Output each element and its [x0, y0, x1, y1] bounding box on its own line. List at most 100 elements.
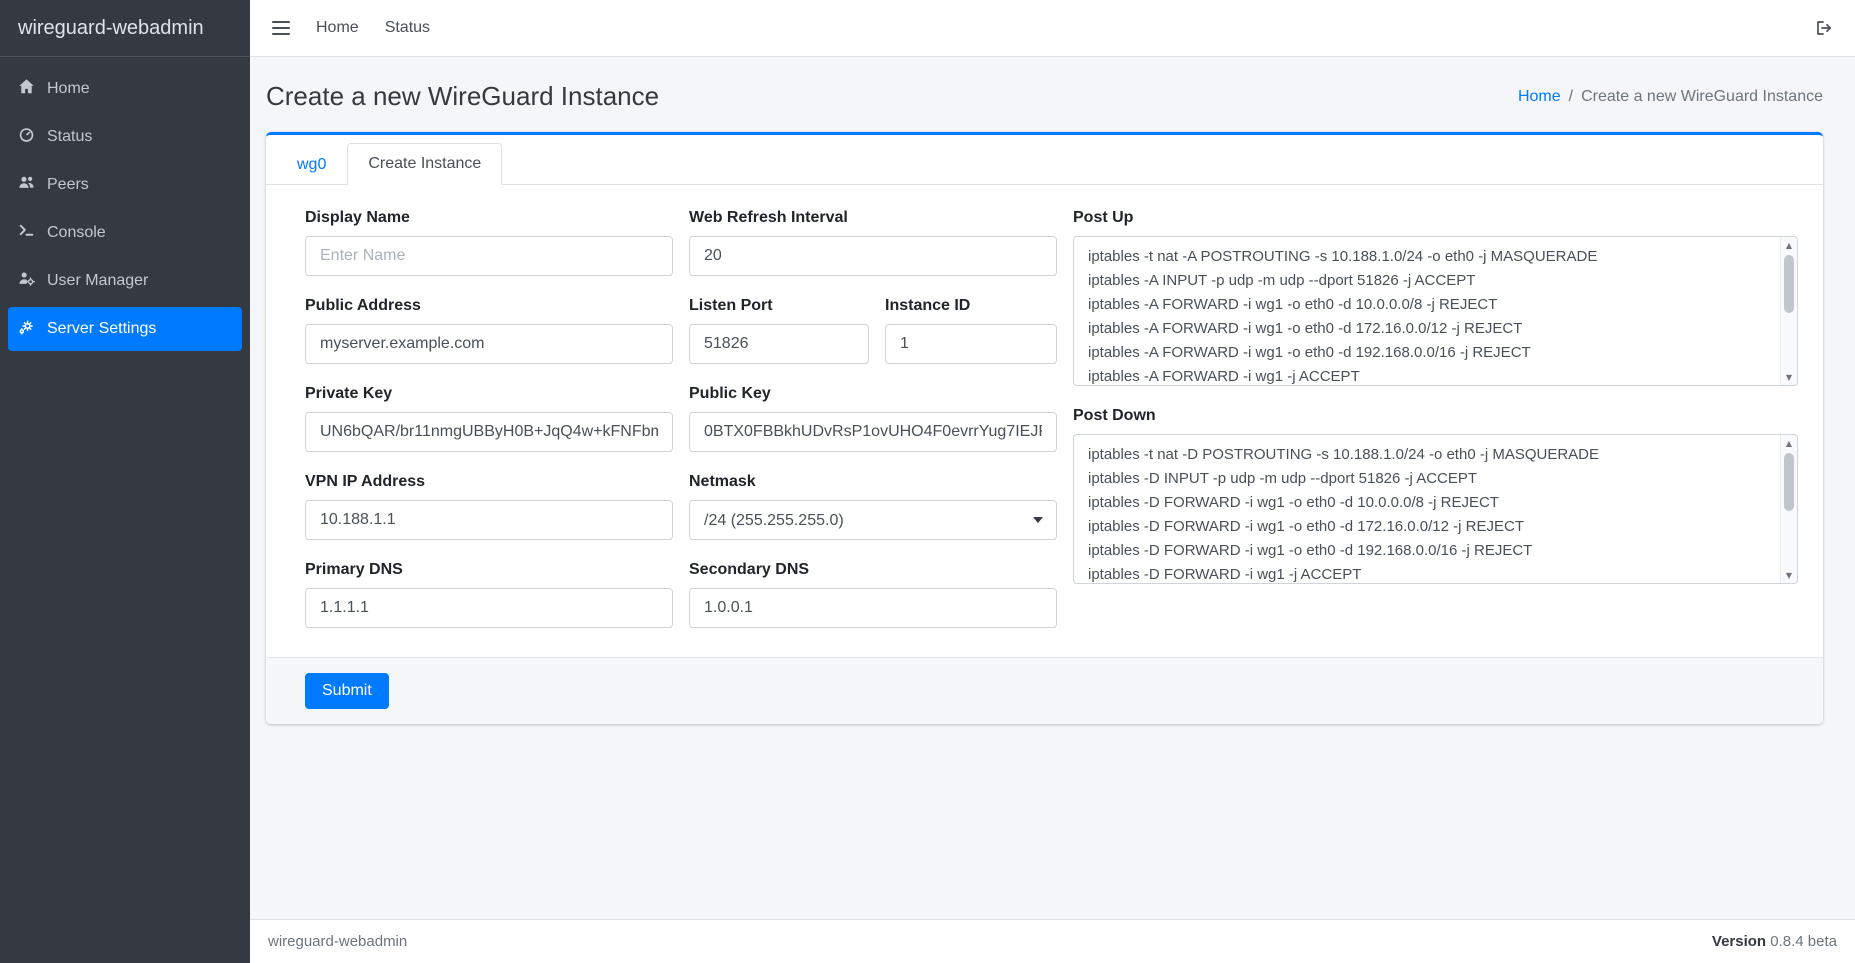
- post-down-label: Post Down: [1073, 407, 1798, 425]
- content-header: Create a new WireGuard Instance Home / C…: [266, 57, 1823, 132]
- post-up-label: Post Up: [1073, 209, 1798, 227]
- sidebar-item-peers[interactable]: Peers: [8, 163, 242, 207]
- page-title: Create a new WireGuard Instance: [266, 81, 659, 112]
- page-footer: wireguard-webadmin Version 0.8.4 beta: [250, 919, 1855, 963]
- vpn-ip-input[interactable]: [305, 500, 673, 540]
- vpn-ip-label: VPN IP Address: [305, 473, 673, 491]
- submit-button[interactable]: Submit: [305, 673, 389, 709]
- sidebar-item-server-settings[interactable]: Server Settings: [8, 307, 242, 351]
- topnav-link-status[interactable]: Status: [385, 19, 430, 37]
- primary-dns-input[interactable]: [305, 588, 673, 628]
- listen-port-label: Listen Port: [689, 297, 869, 315]
- status-icon: [18, 126, 35, 148]
- breadcrumb-current: Create a new WireGuard Instance: [1581, 88, 1823, 106]
- secondary-dns-label: Secondary DNS: [689, 561, 1057, 579]
- instance-id-label: Instance ID: [885, 297, 1057, 315]
- netmask-select-wrap: /24 (255.255.255.0): [689, 500, 1057, 540]
- sidebar-item-label: User Manager: [47, 272, 148, 290]
- sidebar-nav: Home Status Peers Console: [0, 57, 250, 365]
- private-key-group: Private Key: [305, 385, 673, 452]
- sidebar-item-home[interactable]: Home: [8, 67, 242, 111]
- footer-version-value: 0.8.4 beta: [1770, 933, 1837, 950]
- sidebar-item-status[interactable]: Status: [8, 115, 242, 159]
- instance-id-input[interactable]: [885, 324, 1057, 364]
- netmask-select[interactable]: /24 (255.255.255.0): [689, 500, 1057, 540]
- public-address-input[interactable]: [305, 324, 673, 364]
- post-down-textarea-wrap: iptables -t nat -D POSTROUTING -s 10.188…: [1073, 434, 1798, 584]
- instance-card: wg0 Create Instance Display Name Public …: [266, 132, 1823, 724]
- secondary-dns-input[interactable]: [689, 588, 1057, 628]
- port-id-row: Listen Port Instance ID: [689, 297, 1057, 364]
- sidebar-item-label: Peers: [47, 176, 89, 194]
- private-key-label: Private Key: [305, 385, 673, 403]
- sidebar: wireguard-webadmin Home Status Peers: [0, 0, 250, 963]
- console-icon: [18, 222, 35, 244]
- display-name-group: Display Name: [305, 209, 673, 276]
- topnav-link-home[interactable]: Home: [316, 19, 359, 37]
- sidebar-item-console[interactable]: Console: [8, 211, 242, 255]
- sidebar-item-label: Home: [47, 80, 90, 98]
- scrollbar-track[interactable]: [1781, 253, 1797, 369]
- scroll-down-icon[interactable]: ▼: [1781, 369, 1797, 385]
- display-name-label: Display Name: [305, 209, 673, 227]
- sidebar-item-label: Status: [47, 128, 92, 146]
- web-refresh-interval-input[interactable]: [689, 236, 1057, 276]
- peers-icon: [18, 174, 35, 196]
- server-settings-icon: [18, 318, 35, 340]
- private-key-input[interactable]: [305, 412, 673, 452]
- scrollbar-thumb[interactable]: [1784, 453, 1794, 511]
- footer-brand: wireguard-webadmin: [268, 933, 407, 950]
- breadcrumb-separator: /: [1569, 88, 1573, 106]
- sidebar-brand[interactable]: wireguard-webadmin: [0, 0, 250, 57]
- netmask-label: Netmask: [689, 473, 1057, 491]
- home-icon: [18, 78, 35, 100]
- instance-tabs: wg0 Create Instance: [266, 143, 1823, 185]
- sidebar-item-label: Server Settings: [47, 320, 156, 338]
- sidebar-item-user-manager[interactable]: User Manager: [8, 259, 242, 303]
- form-column-left: Display Name Public Address Private Key: [305, 209, 673, 649]
- scroll-down-icon[interactable]: ▼: [1781, 567, 1797, 583]
- instance-id-group: Instance ID: [885, 297, 1057, 364]
- scroll-up-icon[interactable]: ▲: [1781, 435, 1797, 451]
- post-up-textarea[interactable]: iptables -t nat -A POSTROUTING -s 10.188…: [1074, 237, 1797, 385]
- public-key-input[interactable]: [689, 412, 1057, 452]
- primary-dns-label: Primary DNS: [305, 561, 673, 579]
- menu-icon[interactable]: [272, 21, 290, 35]
- public-key-group: Public Key: [689, 385, 1057, 452]
- sidebar-item-label: Console: [47, 224, 106, 242]
- breadcrumb-home-link[interactable]: Home: [1518, 88, 1561, 106]
- listen-port-input[interactable]: [689, 324, 869, 364]
- logout-icon[interactable]: [1815, 20, 1833, 36]
- post-down-textarea[interactable]: iptables -t nat -D POSTROUTING -s 10.188…: [1074, 435, 1797, 583]
- card-footer: Submit: [266, 657, 1823, 724]
- content-area: Create a new WireGuard Instance Home / C…: [250, 57, 1855, 919]
- user-manager-icon: [18, 270, 35, 292]
- web-refresh-interval-group: Web Refresh Interval: [689, 209, 1057, 276]
- scrollbar-thumb[interactable]: [1784, 255, 1794, 313]
- display-name-input[interactable]: [305, 236, 673, 276]
- public-key-label: Public Key: [689, 385, 1057, 403]
- secondary-dns-group: Secondary DNS: [689, 561, 1057, 628]
- tab-wg0[interactable]: wg0: [276, 144, 347, 185]
- footer-version-label: Version: [1712, 933, 1766, 950]
- primary-dns-group: Primary DNS: [305, 561, 673, 628]
- scroll-up-icon[interactable]: ▲: [1781, 237, 1797, 253]
- post-down-group: Post Down iptables -t nat -D POSTROUTING…: [1073, 407, 1798, 584]
- netmask-group: Netmask /24 (255.255.255.0): [689, 473, 1057, 540]
- top-navbar: Home Status: [250, 0, 1855, 57]
- vpn-ip-group: VPN IP Address: [305, 473, 673, 540]
- main-column: Home Status Create a new WireGuard Insta…: [250, 0, 1855, 963]
- public-address-group: Public Address: [305, 297, 673, 364]
- post-up-scrollbar[interactable]: ▲ ▼: [1780, 237, 1797, 385]
- post-up-group: Post Up iptables -t nat -A POSTROUTING -…: [1073, 209, 1798, 386]
- tab-create-instance[interactable]: Create Instance: [347, 143, 502, 185]
- public-address-label: Public Address: [305, 297, 673, 315]
- breadcrumb: Home / Create a new WireGuard Instance: [1518, 88, 1823, 106]
- form-column-right: Post Up iptables -t nat -A POSTROUTING -…: [1073, 209, 1798, 649]
- instance-form: Display Name Public Address Private Key: [266, 185, 1823, 657]
- post-up-textarea-wrap: iptables -t nat -A POSTROUTING -s 10.188…: [1073, 236, 1798, 386]
- form-column-middle: Web Refresh Interval Listen Port Instanc…: [689, 209, 1057, 649]
- scrollbar-track[interactable]: [1781, 451, 1797, 567]
- web-refresh-interval-label: Web Refresh Interval: [689, 209, 1057, 227]
- post-down-scrollbar[interactable]: ▲ ▼: [1780, 435, 1797, 583]
